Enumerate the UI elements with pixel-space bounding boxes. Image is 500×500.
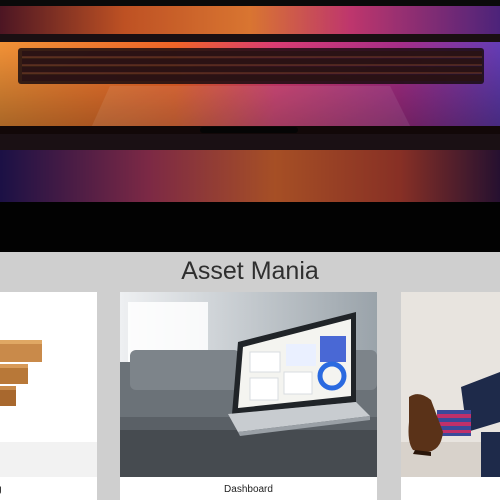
- card-label[interactable]: Dashboard: [120, 484, 377, 495]
- asset-card[interactable]: g: [0, 292, 97, 500]
- person-shoes-image[interactable]: [401, 292, 500, 477]
- wooden-steps-image[interactable]: [0, 292, 97, 477]
- page: Asset Mania g: [0, 0, 500, 500]
- hero-banner: [0, 0, 500, 252]
- site-title: Asset Mania: [181, 257, 319, 285]
- card-grid: g: [0, 292, 500, 500]
- asset-card[interactable]: [401, 292, 500, 500]
- card-label[interactable]: g: [0, 484, 97, 495]
- asset-card[interactable]: Dashboard: [120, 292, 377, 500]
- hero-laptop-image: [0, 0, 500, 252]
- laptop-dashboard-image[interactable]: [120, 292, 377, 477]
